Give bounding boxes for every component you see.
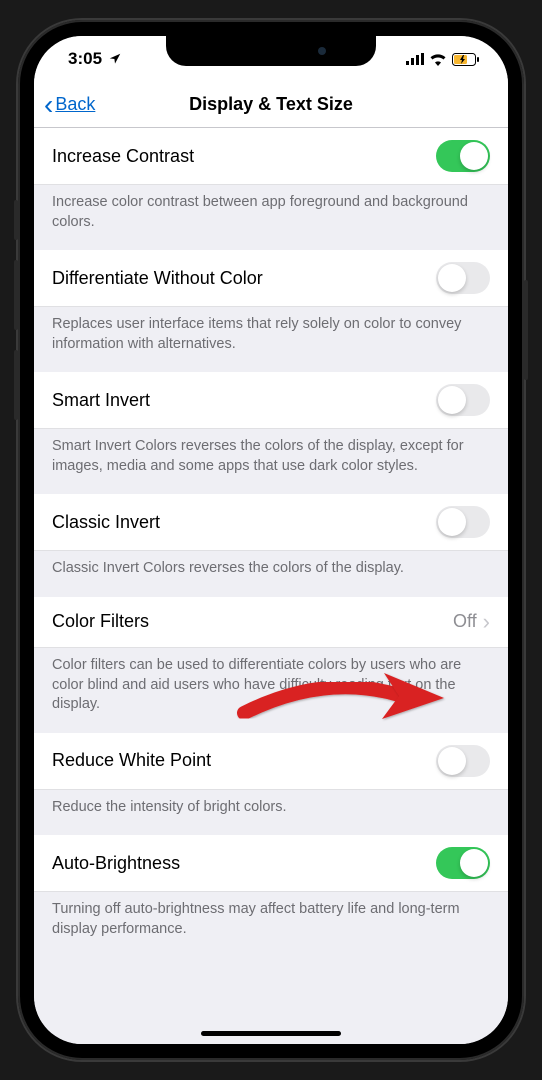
row-differentiate-without-color[interactable]: Differentiate Without Color [34,250,508,307]
toggle-smart-invert[interactable] [436,384,490,416]
row-label: Increase Contrast [52,146,194,167]
row-label: Reduce White Point [52,750,211,771]
volume-up-button [14,260,18,330]
footer-reduce-white-point: Reduce the intensity of bright colors. [34,790,508,836]
row-color-filters[interactable]: Color Filters Off › [34,597,508,648]
row-label: Smart Invert [52,390,150,411]
phone-frame: 3:05 ‹ Back Display & Text Size Increase… [18,20,524,1060]
toggle-knob [460,849,488,877]
toggle-knob [438,264,466,292]
footer-smart-invert: Smart Invert Colors reverses the colors … [34,429,508,494]
location-arrow-icon [108,52,122,66]
row-value-text: Off [453,611,477,632]
volume-silent-switch [14,200,18,240]
toggle-knob [460,142,488,170]
footer-increase-contrast: Increase color contrast between app fore… [34,185,508,250]
chevron-right-icon: › [483,609,490,635]
page-title: Display & Text Size [189,94,353,115]
back-button[interactable]: ‹ Back [44,91,95,119]
row-reduce-white-point[interactable]: Reduce White Point [34,733,508,790]
cellular-signal-icon [406,53,424,65]
row-auto-brightness[interactable]: Auto-Brightness [34,835,508,892]
row-label: Classic Invert [52,512,160,533]
volume-down-button [14,350,18,420]
notch [166,36,376,66]
row-label: Auto-Brightness [52,853,180,874]
footer-classic-invert: Classic Invert Colors reverses the color… [34,551,508,597]
row-label: Color Filters [52,611,149,632]
back-label: Back [55,94,95,115]
nav-header: ‹ Back Display & Text Size [34,82,508,128]
row-smart-invert[interactable]: Smart Invert [34,372,508,429]
settings-list[interactable]: Increase Contrast Increase color contras… [34,128,508,1044]
front-camera [318,47,326,55]
power-button [524,280,528,380]
toggle-auto-brightness[interactable] [436,847,490,879]
status-time: 3:05 [68,49,102,69]
footer-color-filters: Color filters can be used to differentia… [34,648,508,733]
row-label: Differentiate Without Color [52,268,263,289]
wifi-icon [429,53,447,66]
toggle-knob [438,747,466,775]
screen: 3:05 ‹ Back Display & Text Size Increase… [34,36,508,1044]
footer-differentiate-without-color: Replaces user interface items that rely … [34,307,508,372]
battery-charging-icon [452,53,480,66]
toggle-classic-invert[interactable] [436,506,490,538]
toggle-increase-contrast[interactable] [436,140,490,172]
row-classic-invert[interactable]: Classic Invert [34,494,508,551]
row-increase-contrast[interactable]: Increase Contrast [34,128,508,185]
chevron-left-icon: ‹ [44,91,53,119]
home-indicator[interactable] [201,1031,341,1036]
toggle-knob [438,508,466,536]
toggle-reduce-white-point[interactable] [436,745,490,777]
footer-auto-brightness: Turning off auto-brightness may affect b… [34,892,508,957]
toggle-differentiate-without-color[interactable] [436,262,490,294]
toggle-knob [438,386,466,414]
